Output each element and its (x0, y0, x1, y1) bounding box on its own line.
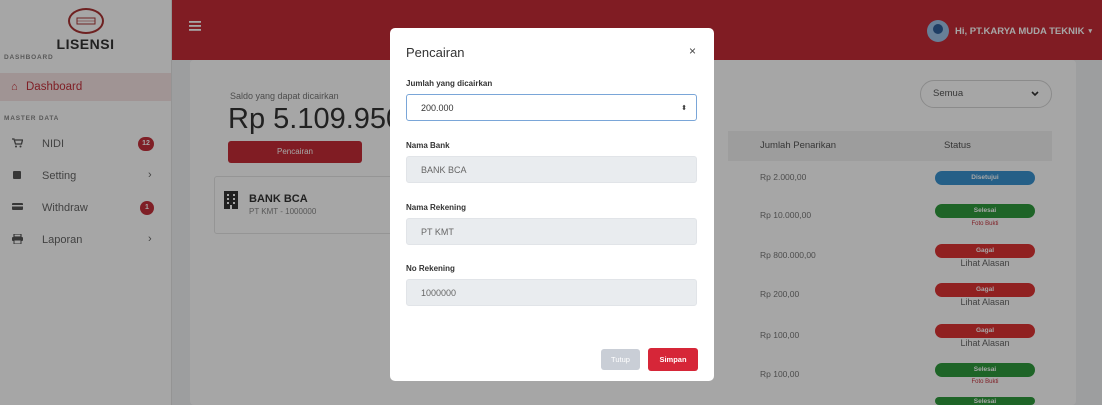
nama-bank-field: BANK BCA (406, 156, 697, 183)
jumlah-value: 200.000 (421, 103, 454, 113)
number-stepper-icon[interactable]: ⬍ (681, 95, 687, 122)
field-label-nama-rekening: Nama Rekening (406, 203, 467, 212)
tutup-button[interactable]: Tutup (601, 349, 640, 370)
modal-title: Pencairan (406, 45, 465, 60)
nama-rekening-value: PT KMT (421, 227, 454, 237)
simpan-button[interactable]: Simpan (648, 348, 698, 371)
pencairan-modal: Pencairan × Jumlah yang dicairkan 200.00… (390, 28, 714, 381)
close-icon[interactable]: × (689, 44, 696, 58)
no-rekening-value: 1000000 (421, 288, 457, 298)
no-rekening-field: 1000000 (406, 279, 697, 306)
field-label-no-rekening: No Rekening (406, 264, 455, 273)
field-label-jumlah: Jumlah yang dicairkan (406, 79, 493, 88)
field-label-nama-bank: Nama Bank (406, 141, 450, 150)
nama-rekening-field: PT KMT (406, 218, 697, 245)
jumlah-input[interactable]: 200.000 ⬍ (406, 94, 697, 121)
nama-bank-value: BANK BCA (421, 165, 467, 175)
